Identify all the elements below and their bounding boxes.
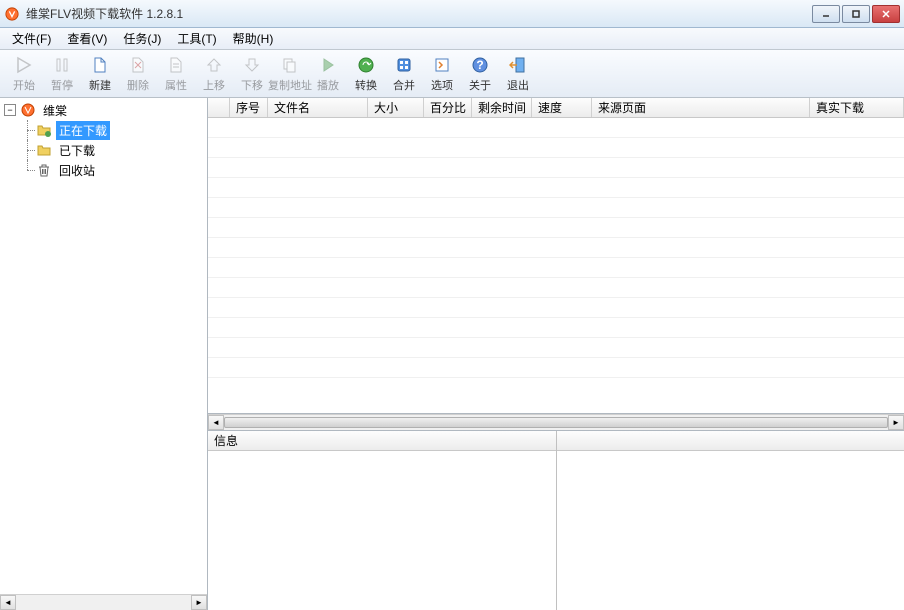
info-panel: 信息 [208, 430, 904, 610]
help-icon: ? [470, 55, 490, 75]
info-left-pane: 信息 [208, 431, 557, 610]
svg-text:?: ? [476, 58, 483, 72]
scroll-left-icon[interactable]: ◄ [0, 595, 16, 610]
info-right-header[interactable] [557, 431, 904, 451]
table-row [208, 118, 904, 138]
exit-icon [508, 55, 528, 75]
menu-view[interactable]: 查看(V) [59, 27, 115, 50]
maximize-button[interactable] [842, 5, 870, 23]
tree-horizontal-scrollbar[interactable]: ◄ ► [0, 594, 207, 610]
pause-icon [52, 55, 72, 75]
toolbar: 开始 暂停 新建 删除 属性 上移 下移 复制地址 播放 转换 合并 [0, 50, 904, 98]
content-area: − 维棠 正在下载 已下载 回收站 [0, 98, 904, 610]
info-right-body [557, 451, 904, 610]
folder-download-icon [36, 122, 52, 138]
toolbar-movedown[interactable]: 下移 [234, 53, 270, 95]
table-row [208, 178, 904, 198]
table-row [208, 138, 904, 158]
col-size[interactable]: 大小 [368, 98, 424, 117]
toolbar-pause[interactable]: 暂停 [44, 53, 80, 95]
scroll-right-icon[interactable]: ► [191, 595, 207, 610]
toolbar-copyaddr[interactable]: 复制地址 [272, 53, 308, 95]
toolbar-about[interactable]: ? 关于 [462, 53, 498, 95]
window-controls [812, 5, 900, 23]
table-header: 序号 文件名 大小 百分比 剩余时间 速度 来源页面 真实下载 [208, 98, 904, 118]
new-file-icon [90, 55, 110, 75]
toolbar-merge[interactable]: 合并 [386, 53, 422, 95]
tree-view[interactable]: − 维棠 正在下载 已下载 回收站 [0, 98, 207, 594]
collapse-icon[interactable]: − [4, 104, 16, 116]
play-icon [318, 55, 338, 75]
col-source[interactable]: 来源页面 [592, 98, 810, 117]
col-index[interactable]: 序号 [230, 98, 268, 117]
toolbar-convert[interactable]: 转换 [348, 53, 384, 95]
tree-downloaded[interactable]: 已下载 [2, 140, 205, 160]
scroll-left-icon[interactable]: ◄ [208, 415, 224, 430]
table-row [208, 338, 904, 358]
delete-icon [128, 55, 148, 75]
col-realurl[interactable]: 真实下载 [810, 98, 904, 117]
toolbar-options[interactable]: 选项 [424, 53, 460, 95]
merge-icon [394, 55, 414, 75]
tree-root[interactable]: − 维棠 [2, 100, 205, 120]
main-panel: 序号 文件名 大小 百分比 剩余时间 速度 来源页面 真实下载 [208, 98, 904, 610]
table-row [208, 278, 904, 298]
close-button[interactable] [872, 5, 900, 23]
menu-help[interactable]: 帮助(H) [225, 27, 282, 50]
arrow-down-icon [242, 55, 262, 75]
info-body [208, 451, 556, 610]
menu-task[interactable]: 任务(J) [115, 27, 169, 50]
col-filename[interactable]: 文件名 [268, 98, 368, 117]
minimize-button[interactable] [812, 5, 840, 23]
toolbar-play[interactable]: 播放 [310, 53, 346, 95]
tree-panel: − 维棠 正在下载 已下载 回收站 [0, 98, 208, 610]
col-icon[interactable] [208, 98, 230, 117]
table-horizontal-scrollbar[interactable]: ◄ ► [208, 414, 904, 430]
trash-icon [36, 162, 52, 178]
table-row [208, 298, 904, 318]
table-row [208, 238, 904, 258]
download-table[interactable]: 序号 文件名 大小 百分比 剩余时间 速度 来源页面 真实下载 [208, 98, 904, 414]
properties-icon [166, 55, 186, 75]
table-row [208, 358, 904, 378]
arrow-up-icon [204, 55, 224, 75]
tree-trash[interactable]: 回收站 [2, 160, 205, 180]
toolbar-moveup[interactable]: 上移 [196, 53, 232, 95]
window-title: 维棠FLV视频下载软件 1.2.8.1 [26, 5, 812, 22]
folder-icon [36, 142, 52, 158]
toolbar-properties[interactable]: 属性 [158, 53, 194, 95]
app-tree-icon [20, 102, 36, 118]
convert-icon [356, 55, 376, 75]
copy-icon [280, 55, 300, 75]
table-row [208, 218, 904, 238]
app-icon [4, 6, 20, 22]
menu-file[interactable]: 文件(F) [4, 27, 59, 50]
menubar: 文件(F) 查看(V) 任务(J) 工具(T) 帮助(H) [0, 28, 904, 50]
toolbar-new[interactable]: 新建 [82, 53, 118, 95]
table-body [208, 118, 904, 378]
col-speed[interactable]: 速度 [532, 98, 592, 117]
toolbar-delete[interactable]: 删除 [120, 53, 156, 95]
table-row [208, 258, 904, 278]
info-header[interactable]: 信息 [208, 431, 556, 451]
menu-tools[interactable]: 工具(T) [169, 27, 224, 50]
table-row [208, 198, 904, 218]
table-row [208, 318, 904, 338]
col-remaining[interactable]: 剩余时间 [472, 98, 532, 117]
toolbar-exit[interactable]: 退出 [500, 53, 536, 95]
scroll-right-icon[interactable]: ► [888, 415, 904, 430]
scrollbar-thumb[interactable] [224, 417, 888, 428]
toolbar-start[interactable]: 开始 [6, 53, 42, 95]
tree-downloading[interactable]: 正在下载 [2, 120, 205, 140]
options-icon [432, 55, 452, 75]
table-row [208, 158, 904, 178]
info-right-pane [557, 431, 904, 610]
col-percent[interactable]: 百分比 [424, 98, 472, 117]
titlebar: 维棠FLV视频下载软件 1.2.8.1 [0, 0, 904, 28]
play-arrow-icon [14, 55, 34, 75]
